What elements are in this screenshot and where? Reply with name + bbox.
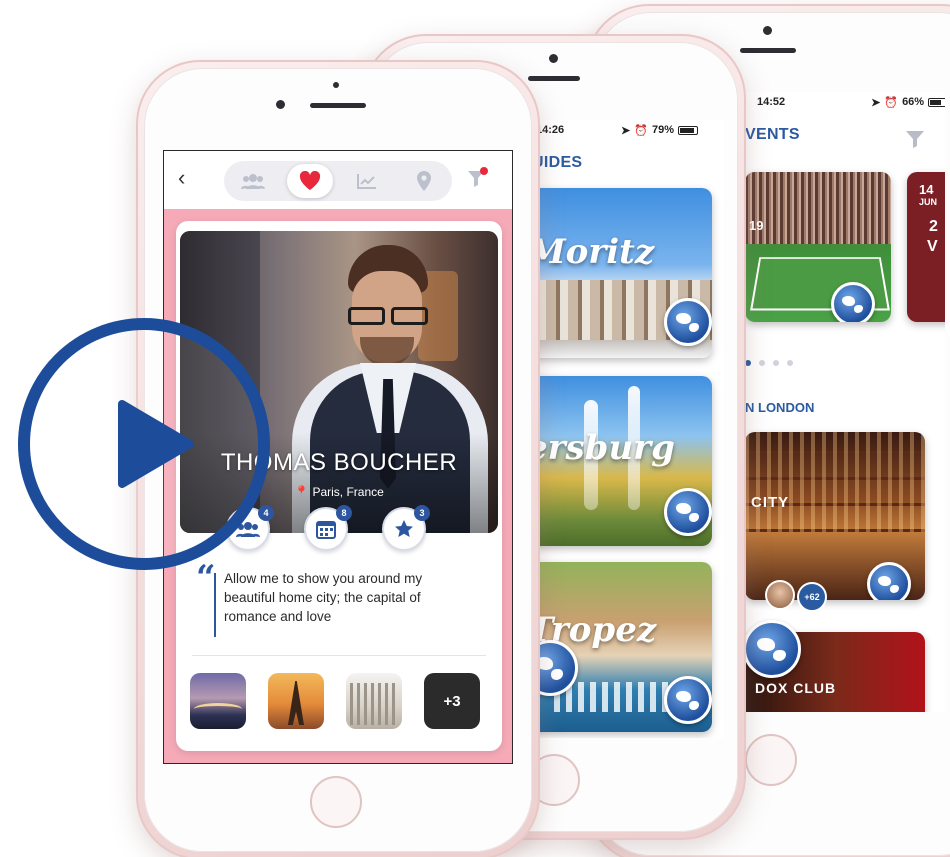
filter-icon[interactable] (466, 167, 488, 194)
status-time: 14:52 (757, 96, 786, 108)
events-screen: 14:52 ➤ ⏰ 66% VENTS 19 14 JUN 2 V N LOND… (745, 92, 945, 712)
event-side-char-2: V (927, 238, 938, 255)
top-sensor (333, 82, 339, 88)
section-title: N LONDON (745, 400, 815, 415)
battery-percent: 79% (651, 124, 674, 136)
home-button[interactable] (310, 776, 362, 828)
chart-icon (356, 174, 376, 189)
heart-icon (299, 171, 320, 190)
guide-title-petersburg: ersburg (526, 428, 675, 468)
home-button[interactable] (745, 734, 797, 786)
bar-shelves (745, 432, 925, 532)
status-bar: 14:26 ➤ ⏰ 79% (514, 120, 724, 140)
club-globe-icon[interactable] (745, 620, 801, 678)
cathedral-spires (350, 683, 398, 725)
guide-globe-icon[interactable] (664, 298, 712, 346)
location-icon: ➤ (871, 96, 881, 109)
attendee-avatar[interactable] (765, 580, 795, 610)
event-side-char-1: 2 (929, 218, 938, 235)
tab-location[interactable] (401, 164, 447, 198)
tab-stats[interactable] (344, 164, 390, 198)
app-showcase: 14:52 ➤ ⏰ 66% VENTS 19 14 JUN 2 V N LOND… (0, 0, 950, 857)
event-date-small: 19 (749, 218, 764, 233)
tab-favorites[interactable] (286, 164, 333, 198)
front-camera (549, 54, 558, 63)
play-icon (118, 400, 194, 488)
attendee-more-count[interactable]: +62 (797, 582, 827, 612)
filter-icon[interactable] (905, 130, 925, 153)
tab-people[interactable] (230, 164, 276, 198)
bar-label: CITY (751, 494, 790, 511)
front-camera (763, 26, 772, 35)
guide-title-moritz: Moritz (528, 232, 655, 272)
eiffel-tower (288, 681, 304, 725)
photo-thumb-eiffel[interactable] (268, 673, 324, 729)
dot[interactable] (787, 360, 793, 366)
carousel-dots[interactable] (745, 360, 793, 366)
guide-globe-icon[interactable] (664, 676, 712, 724)
calendar-count-badge: 8 (336, 505, 352, 521)
battery-percent: 66% (902, 96, 925, 108)
friends-count-badge: 4 (258, 505, 274, 521)
play-video-button[interactable] (18, 318, 270, 570)
speaker (528, 76, 580, 81)
guide-card-petersburg[interactable]: ersburg (524, 376, 712, 546)
quote-mark-icon: “ (196, 558, 216, 598)
profile-location-text: Paris, France (312, 485, 384, 499)
event-globe-icon[interactable] (831, 282, 875, 322)
dot[interactable] (759, 360, 765, 366)
events-title: VENTS (745, 126, 800, 143)
guide-card-moritz[interactable]: Moritz (524, 188, 712, 358)
bridge-arch (194, 703, 242, 715)
bar-globe-icon[interactable] (867, 562, 911, 600)
location-pin-icon: 📍 (294, 485, 310, 499)
alarm-icon: ⏰ (634, 124, 648, 137)
front-camera (276, 100, 285, 109)
calendar-button[interactable]: 8 (304, 505, 352, 551)
profile-tabs (224, 161, 452, 201)
guides-screen: 14:26 ➤ ⏰ 79% UIDES Moritz ersburg Trope… (514, 120, 724, 738)
battery-icon (928, 97, 945, 107)
stadium-crowd (745, 172, 891, 244)
guide-globe-icon[interactable] (664, 488, 712, 536)
speaker (740, 48, 796, 53)
photo-thumb-bridge[interactable] (190, 673, 246, 729)
event-card-tennis[interactable]: 19 (745, 172, 891, 322)
more-count-text: +62 (804, 592, 820, 602)
location-icon: ➤ (621, 124, 631, 137)
photo-thumb-cathedral[interactable] (346, 673, 402, 729)
favorites-count-badge: 3 (414, 505, 430, 521)
back-chevron-icon[interactable]: ‹ (178, 165, 185, 191)
quote-bar (214, 573, 216, 637)
status-time: 14:26 (536, 124, 565, 136)
speaker (310, 103, 366, 108)
status-bar: 14:52 ➤ ⏰ 66% (745, 92, 945, 112)
event-card-bar[interactable]: CITY (745, 432, 925, 600)
glasses (348, 307, 428, 325)
more-photos-count: +3 (443, 692, 461, 710)
event-card-next[interactable]: 14 JUN 2 V (907, 172, 945, 322)
calendar-icon (316, 521, 336, 539)
star-icon (395, 520, 413, 537)
favorites-button[interactable]: 3 (382, 505, 430, 551)
people-icon (240, 174, 265, 189)
club-label: DOX CLUB (755, 680, 837, 696)
map-pin-icon (416, 171, 431, 191)
profile-quote: Allow me to show you around my beautiful… (224, 571, 423, 624)
divider (192, 655, 486, 656)
more-photos-button[interactable]: +3 (424, 673, 480, 729)
event-date-month: JUN (919, 197, 938, 207)
dot[interactable] (773, 360, 779, 366)
alarm-icon: ⏰ (884, 96, 899, 109)
battery-icon (678, 125, 698, 135)
event-date-day: 14 (919, 182, 934, 197)
